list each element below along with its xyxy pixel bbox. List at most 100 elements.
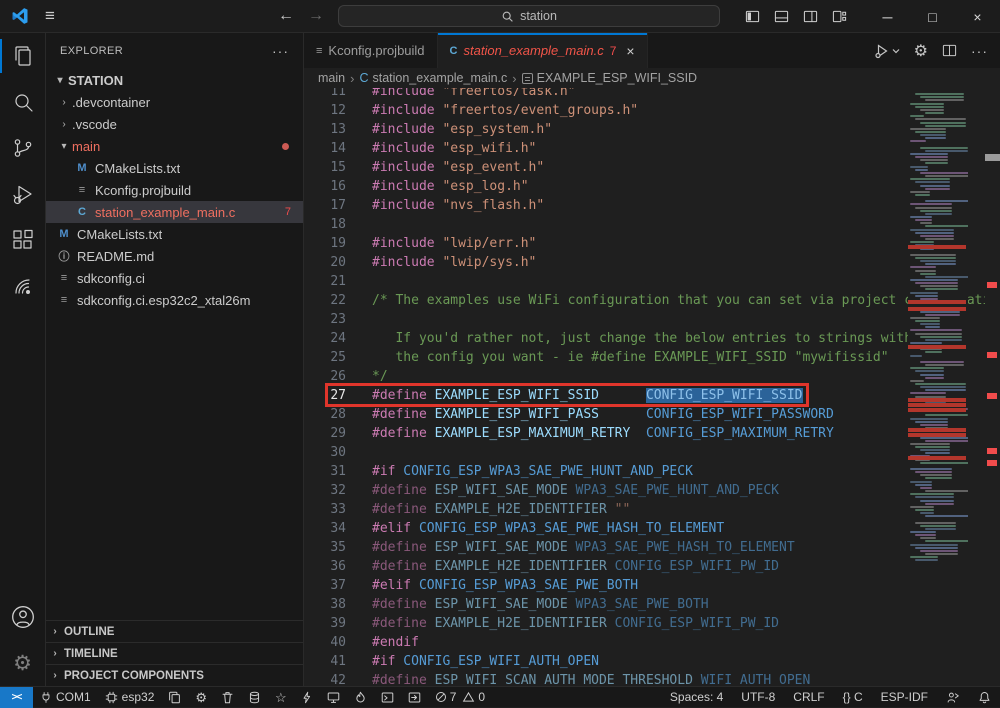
line-text: #include "freertos/task.h" bbox=[358, 88, 576, 101]
minimap-line bbox=[920, 235, 954, 237]
minimap-line bbox=[920, 172, 968, 174]
tree-file-sdkconfig-ci-esp32c2-xtal26m[interactable]: ≡sdkconfig.ci.esp32c2_xtal26m bbox=[46, 289, 303, 311]
minimap-line bbox=[910, 229, 954, 231]
breadcrumb-label: station_example_main.c bbox=[372, 71, 507, 85]
code-line-32: 32#define ESP_WIFI_SAE_MODE WPA3_SAE_PWE… bbox=[304, 481, 1000, 500]
tree-folder--devcontainer[interactable]: ›.devcontainer bbox=[46, 91, 303, 113]
status-database-button[interactable] bbox=[241, 687, 268, 708]
breadcrumb-item-1[interactable]: Cstation_example_main.c bbox=[359, 71, 507, 85]
code-line-31: 31#if CONFIG_ESP_WPA3_SAE_PWE_HUNT_AND_P… bbox=[304, 462, 1000, 481]
run-debug-button[interactable] bbox=[874, 43, 900, 59]
code-line-16: 16#include "esp_log.h" bbox=[304, 177, 1000, 196]
minimap-line bbox=[910, 468, 952, 470]
menu-hamburger-icon[interactable]: ≡ bbox=[45, 6, 55, 26]
status-label: {} C bbox=[843, 690, 863, 704]
breadcrumb-item-0[interactable]: main bbox=[318, 71, 345, 85]
minimap-line bbox=[910, 367, 944, 369]
toggle-primary-sidebar-icon[interactable] bbox=[745, 9, 760, 24]
editor-more-actions-icon[interactable]: ··· bbox=[971, 43, 988, 59]
minimap-line bbox=[920, 109, 944, 111]
status--c[interactable]: {} C bbox=[834, 687, 872, 708]
split-editor-icon[interactable] bbox=[942, 43, 957, 58]
token: #include bbox=[372, 103, 435, 118]
status-terminal-button[interactable] bbox=[374, 687, 401, 708]
activitybar-explorer[interactable] bbox=[0, 33, 46, 79]
token: #include bbox=[372, 160, 435, 175]
status-export-button[interactable] bbox=[401, 687, 428, 708]
activitybar-source-control[interactable] bbox=[0, 125, 46, 171]
window-close-button[interactable]: × bbox=[955, 0, 1000, 33]
tree-file-cmakelists-txt[interactable]: MCMakeLists.txt bbox=[46, 223, 303, 245]
line-text: #include "lwip/sys.h" bbox=[358, 253, 536, 272]
toggle-secondary-sidebar-icon[interactable] bbox=[803, 9, 818, 24]
minimap[interactable] bbox=[908, 88, 968, 686]
status-monitor-button[interactable] bbox=[320, 687, 347, 708]
line-number: 21 bbox=[304, 272, 358, 291]
minimap-line bbox=[915, 295, 938, 297]
file-tree: ›.devcontainer›.vscode▾mainMCMakeLists.t… bbox=[46, 91, 303, 311]
status-plug-button[interactable]: COM1 bbox=[33, 687, 98, 708]
scrollbar-thumb[interactable] bbox=[985, 154, 1000, 161]
status-trash-button[interactable] bbox=[214, 687, 241, 708]
tab-station-example-main-c[interactable]: Cstation_example_main.c7× bbox=[438, 33, 648, 68]
minimap-line bbox=[925, 99, 964, 101]
window-minimize-button[interactable]: ─ bbox=[865, 0, 910, 33]
code-editor[interactable]: 11#include "freertos/task.h"12#include "… bbox=[304, 88, 1000, 686]
tree-file-kconfig-projbuild[interactable]: ≡Kconfig.projbuild bbox=[46, 179, 303, 201]
activitybar-accounts[interactable] bbox=[0, 594, 46, 640]
token: CONFIG_ESP_WIFI_AUTH_OPEN bbox=[395, 654, 599, 669]
sidebar-section-project-components[interactable]: ›PROJECT COMPONENTS bbox=[46, 664, 303, 686]
minimap-line bbox=[915, 534, 936, 536]
line-number: 34 bbox=[304, 519, 358, 538]
breadcrumb-item-2[interactable]: EXAMPLE_ESP_WIFI_SSID bbox=[522, 71, 697, 85]
status-utf-8[interactable]: UTF-8 bbox=[732, 687, 784, 708]
error-icon bbox=[435, 691, 447, 703]
activitybar-run-and-debug[interactable] bbox=[0, 171, 46, 217]
line-number: 13 bbox=[304, 120, 358, 139]
activitybar-settings[interactable]: ⚙ bbox=[0, 640, 46, 686]
editor-settings-gear-icon[interactable]: ⚙ bbox=[914, 41, 928, 61]
explorer-root-folder[interactable]: ▾ STATION bbox=[46, 69, 303, 91]
tree-file-station-example-main-c[interactable]: Cstation_example_main.c7 bbox=[46, 201, 303, 223]
activitybar-esp-idf[interactable] bbox=[0, 263, 46, 309]
tree-file-cmakelists-txt[interactable]: MCMakeLists.txt bbox=[46, 157, 303, 179]
code-line-39: 39#define EXAMPLE_H2E_IDENTIFIER CONFIG_… bbox=[304, 614, 1000, 633]
tree-folder--vscode[interactable]: ›.vscode bbox=[46, 113, 303, 135]
tab-close-icon[interactable]: × bbox=[626, 43, 634, 59]
line-number: 14 bbox=[304, 139, 358, 158]
overview-ruler[interactable] bbox=[985, 88, 1000, 686]
sidebar-section-timeline[interactable]: ›TIMELINE bbox=[46, 642, 303, 664]
activitybar-extensions[interactable] bbox=[0, 217, 46, 263]
activitybar-search[interactable] bbox=[0, 79, 46, 125]
status-gear-button[interactable]: ⚙ bbox=[188, 687, 214, 708]
minimap-error-bar bbox=[908, 398, 966, 402]
code-line-11: 11#include "freertos/task.h" bbox=[304, 88, 1000, 101]
window-maximize-button[interactable]: □ bbox=[910, 0, 955, 33]
status-esp-idf[interactable]: ESP-IDF bbox=[872, 687, 937, 708]
minimap-line bbox=[920, 159, 948, 161]
token: #include bbox=[372, 88, 435, 99]
status-flame-button[interactable] bbox=[347, 687, 374, 708]
tree-file-sdkconfig-ci[interactable]: ≡sdkconfig.ci bbox=[46, 267, 303, 289]
nav-forward-icon[interactable]: → bbox=[308, 7, 324, 25]
status-feedback-button[interactable] bbox=[937, 687, 969, 708]
status-spaces-4[interactable]: Spaces: 4 bbox=[661, 687, 732, 708]
problems-indicator[interactable]: 7 0 bbox=[428, 690, 492, 704]
tab-kconfig-projbuild[interactable]: ≡Kconfig.projbuild bbox=[304, 33, 438, 68]
status-bolt-button[interactable] bbox=[294, 687, 320, 708]
remote-indicator[interactable]: >< bbox=[0, 687, 33, 708]
status-star-button[interactable]: ☆ bbox=[268, 687, 294, 708]
explorer-more-actions-icon[interactable]: ··· bbox=[272, 43, 289, 59]
status-files-button[interactable] bbox=[161, 687, 188, 708]
status-crlf[interactable]: CRLF bbox=[784, 687, 833, 708]
customize-layout-icon[interactable] bbox=[832, 9, 847, 24]
tree-folder-main[interactable]: ▾main bbox=[46, 135, 303, 157]
command-center-search[interactable]: station bbox=[338, 5, 720, 27]
ruler-error-mark bbox=[987, 282, 997, 288]
status-bell-button[interactable] bbox=[969, 687, 1000, 708]
tree-file-readme-md[interactable]: ⓘREADME.md bbox=[46, 245, 303, 267]
status-chip-button[interactable]: esp32 bbox=[98, 687, 162, 708]
sidebar-section-outline[interactable]: ›OUTLINE bbox=[46, 620, 303, 642]
toggle-panel-icon[interactable] bbox=[774, 9, 789, 24]
nav-back-icon[interactable]: ← bbox=[278, 7, 294, 25]
